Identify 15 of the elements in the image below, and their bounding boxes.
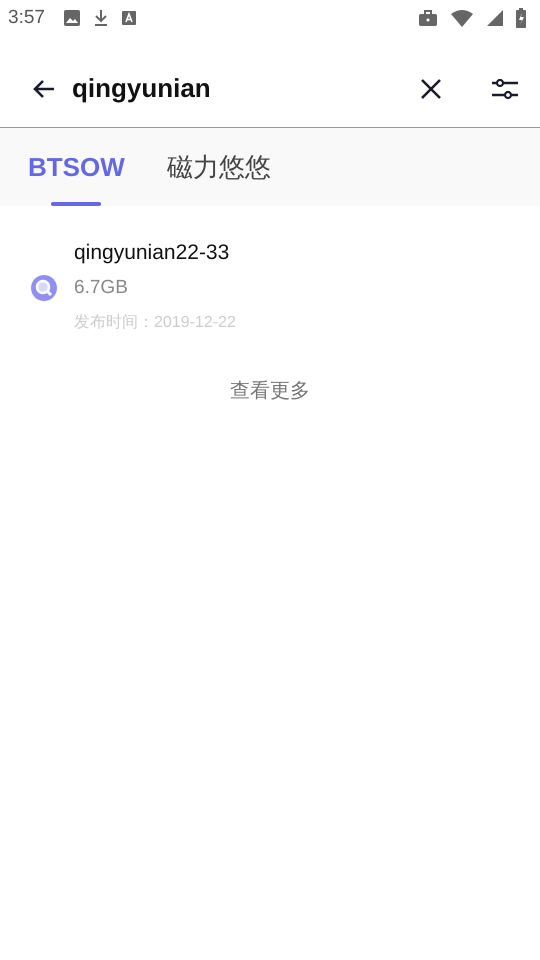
battery-icon [516, 8, 526, 28]
result-title[interactable]: qingyunian22-33 [74, 236, 236, 270]
briefcase-icon [418, 9, 438, 27]
result-size: 6.7GB [74, 276, 129, 300]
image-icon [62, 9, 81, 27]
status-time: 3:57 [8, 7, 45, 29]
view-more-button[interactable]: 查看更多 [224, 376, 316, 405]
wifi-icon [450, 9, 474, 27]
download-icon [92, 9, 109, 27]
search-icon [30, 274, 58, 302]
search-field[interactable]: qingyunian [70, 72, 406, 105]
signal-icon [486, 9, 504, 27]
tab[interactable]: BTSOW [20, 128, 133, 206]
font-icon [120, 10, 137, 26]
tab[interactable]: 磁力悠悠 [158, 128, 279, 206]
